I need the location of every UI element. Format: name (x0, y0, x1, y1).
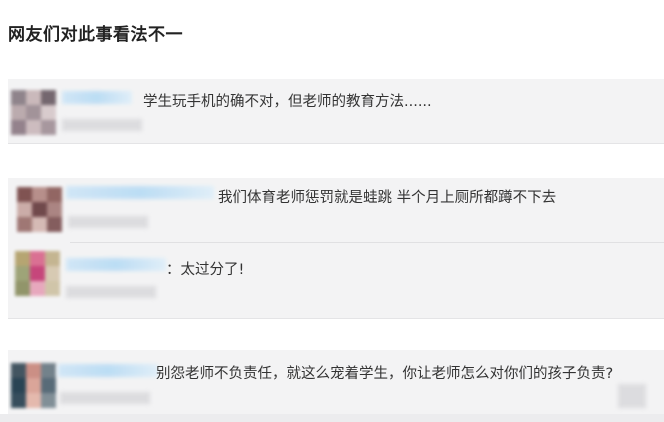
blurred-meta (60, 392, 150, 404)
avatar-pixel (17, 217, 32, 232)
comment-card-2[interactable]: 我们体育老师惩罚就是蛙跳 半个月上厕所都蹲不下去 ：太过分了! (8, 178, 664, 319)
avatar-pixel (11, 378, 26, 393)
avatar-pixel (45, 251, 60, 266)
avatar-pixel (11, 120, 26, 135)
blurred-username (62, 91, 132, 104)
avatar[interactable] (10, 89, 56, 135)
avatar-pixel (30, 266, 45, 281)
avatar-pixel (47, 187, 62, 202)
avatar-pixel (32, 202, 47, 217)
avatar-pixel (47, 217, 62, 232)
avatar-pixel (41, 363, 56, 378)
blurred-meta (68, 216, 148, 228)
avatar-pixel (26, 378, 41, 393)
avatar-pixel (26, 90, 41, 105)
blurred-username (66, 186, 214, 199)
avatar-pixel (26, 120, 41, 135)
avatar-pixel (26, 393, 41, 408)
avatar-pixel (32, 217, 47, 232)
avatar-pixel (11, 105, 26, 120)
avatar-pixel (15, 251, 30, 266)
avatar-pixel (26, 363, 41, 378)
avatar-pixel (11, 393, 26, 408)
avatar-pixel (41, 105, 56, 120)
avatar-pixel (41, 90, 56, 105)
avatar-pixel (11, 90, 26, 105)
avatar-pixel (15, 266, 30, 281)
avatar-pixel (15, 281, 30, 296)
avatar-pixel (26, 105, 41, 120)
reply-avatar[interactable] (14, 250, 60, 296)
avatar-pixel (45, 266, 60, 281)
avatar-pixel (41, 378, 56, 393)
avatar-pixel (45, 281, 60, 296)
avatar-pixel (30, 251, 45, 266)
avatar-pixel (17, 187, 32, 202)
blurred-reply-username (66, 258, 166, 271)
avatar-pixel (41, 393, 56, 408)
avatar-pixel (41, 120, 56, 135)
comment-card-1[interactable]: 学生玩手机的确不对，但老师的教育方法...... (8, 79, 664, 144)
blurred-username (58, 364, 158, 377)
page-title: 网友们对此事看法不一 (8, 25, 183, 45)
comment-text: 我们体育老师惩罚就是蛙跳 半个月上厕所都蹲不下去 (218, 190, 557, 206)
reply-text: ：太过分了! (166, 262, 245, 278)
blurred-reply-meta (66, 286, 156, 298)
comment-text: 学生玩手机的确不对，但老师的教育方法...... (143, 94, 432, 110)
reply-divider (70, 242, 664, 243)
comment-text: 别怨老师不负责任，就这么宠着学生，你让老师怎么对你们的孩子负责? (156, 366, 614, 382)
blurred-meta (62, 119, 142, 131)
avatar[interactable] (10, 362, 56, 408)
blurred-action (618, 384, 646, 408)
avatar-pixel (30, 281, 45, 296)
bottom-divider (0, 414, 664, 422)
avatar-pixel (32, 187, 47, 202)
avatar-pixel (17, 202, 32, 217)
comment-card-3[interactable]: 别怨老师不负责任，就这么宠着学生，你让老师怎么对你们的孩子负责? (8, 350, 664, 417)
avatar[interactable] (16, 186, 62, 232)
avatar-pixel (11, 363, 26, 378)
avatar-pixel (47, 202, 62, 217)
